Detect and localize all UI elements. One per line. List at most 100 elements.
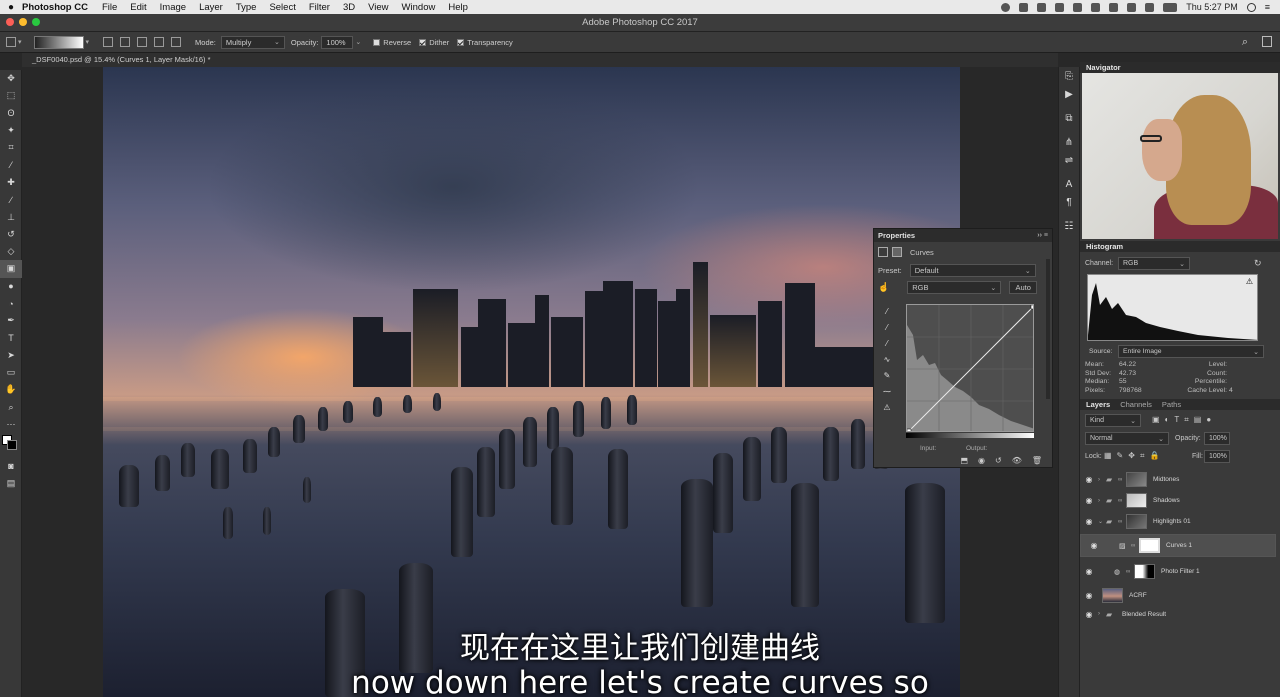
gradient-tool-preset-icon[interactable] xyxy=(6,37,16,47)
view-previous-state-icon[interactable]: ◉ xyxy=(978,456,985,465)
layer-name[interactable]: Curves 1 xyxy=(1166,542,1192,549)
blend-mode-select[interactable]: Normal ⌄ xyxy=(1085,432,1169,445)
clipping-warning-icon[interactable]: ⚠ xyxy=(879,403,895,419)
menu-image[interactable]: Image xyxy=(160,2,186,13)
black-point-eyedropper-icon[interactable]: ⁄ xyxy=(879,307,895,323)
time-machine-icon[interactable] xyxy=(1127,2,1137,12)
properties-panel-icon[interactable]: ☷ xyxy=(1059,221,1079,239)
visibility-eye-icon[interactable]: ◉ xyxy=(1085,541,1103,550)
opacity-input[interactable]: 100% xyxy=(321,35,354,49)
menu-type[interactable]: Type xyxy=(236,2,257,13)
menu-filter[interactable]: Filter xyxy=(309,2,330,13)
menu-help[interactable]: Help xyxy=(448,2,468,13)
panel-collapse-icon[interactable]: ›› ≡ xyxy=(1037,232,1048,239)
record-icon[interactable] xyxy=(1001,2,1011,12)
screen-mode-icon[interactable]: ▤ xyxy=(0,475,22,492)
layer-name[interactable]: Midtones xyxy=(1153,476,1179,483)
workspace-icon[interactable] xyxy=(1262,36,1272,47)
lock-icons[interactable]: ▦✎✥⌗🔒 xyxy=(1104,451,1164,461)
diamond-gradient-icon[interactable] xyxy=(171,37,182,47)
pen-tool-icon[interactable]: ✒ xyxy=(0,312,22,329)
transparency-checkbox[interactable]: Transparency xyxy=(457,38,513,47)
paragraph-panel-icon[interactable]: ¶ xyxy=(1059,197,1079,215)
apple-menu-icon[interactable]: ● xyxy=(0,2,22,13)
menu-layer[interactable]: Layer xyxy=(199,2,223,13)
angle-gradient-icon[interactable] xyxy=(137,37,148,47)
rectangle-tool-icon[interactable]: ▭ xyxy=(0,364,22,381)
path-selection-icon[interactable]: ➤ xyxy=(0,347,22,364)
hand-tool-icon[interactable]: ✋ xyxy=(0,381,22,398)
reflected-gradient-icon[interactable] xyxy=(154,37,165,47)
layer-name[interactable]: Photo Filter 1 xyxy=(1161,568,1200,575)
layer-mask-thumbnail[interactable] xyxy=(1139,538,1160,553)
document-tab[interactable]: _DSF0040.psd @ 15.4% (Curves 1, Layer Ma… xyxy=(32,55,211,64)
marquee-tool-icon[interactable]: ⬚ xyxy=(0,87,22,104)
background-color-swatch[interactable] xyxy=(7,440,17,451)
layer-name[interactable]: Shadows xyxy=(1153,497,1180,504)
document-image[interactable] xyxy=(103,67,960,697)
refresh-histogram-icon[interactable]: ↻ xyxy=(1254,258,1262,269)
channel-select[interactable]: RGB ⌄ xyxy=(907,281,1002,294)
lasso-tool-icon[interactable]: ʘ xyxy=(0,105,22,122)
clip-to-layer-icon[interactable]: ⬒ xyxy=(960,456,968,465)
on-image-adjust-icon[interactable]: ☝ xyxy=(878,282,889,293)
screen-icon[interactable] xyxy=(1073,2,1083,12)
layer-row-blended-result[interactable]: ◉ › ▰ Blended Result xyxy=(1080,606,1276,622)
menu-3d[interactable]: 3D xyxy=(343,2,355,13)
layer-row-shadows[interactable]: ◉ › ▰ ∞ Shadows xyxy=(1080,490,1276,511)
visibility-eye-icon[interactable]: ◉ xyxy=(1080,517,1098,526)
expand-chevron-icon[interactable]: › xyxy=(1098,611,1106,617)
battery-icon[interactable] xyxy=(1163,2,1178,12)
gradient-preview[interactable] xyxy=(33,35,84,49)
clone-stamp-icon[interactable]: ⊥ xyxy=(0,208,22,225)
actions-panel-icon[interactable]: ▶ xyxy=(1059,89,1079,107)
color-swatches[interactable] xyxy=(0,433,22,457)
search-icon[interactable] xyxy=(1246,2,1256,12)
input-gradient-bar[interactable] xyxy=(906,433,1034,438)
layer-mask-icon[interactable] xyxy=(892,247,902,257)
layer-mask-thumbnail[interactable] xyxy=(1134,564,1155,579)
dither-checkbox[interactable]: Dither xyxy=(419,38,449,47)
layer-mask-thumbnail[interactable] xyxy=(1126,493,1147,508)
menu-view[interactable]: View xyxy=(368,2,388,13)
wifi-icon[interactable] xyxy=(1145,2,1155,12)
pencil-draw-icon[interactable]: ✎ xyxy=(879,371,895,387)
properties-scrollbar[interactable] xyxy=(1046,259,1050,399)
menu-edit[interactable]: Edit xyxy=(130,2,146,13)
magic-wand-icon[interactable]: ✦ xyxy=(0,122,22,139)
preset-select[interactable]: Default ⌄ xyxy=(909,264,1036,277)
display-icon[interactable] xyxy=(1091,2,1101,12)
layer-thumbnail[interactable] xyxy=(1102,588,1123,603)
navigator-header[interactable]: Navigator xyxy=(1080,62,1280,73)
histogram-channel-select[interactable]: RGB ⌄ xyxy=(1118,257,1190,270)
history-brush-icon[interactable]: ↺ xyxy=(0,226,22,243)
layer-opacity-input[interactable]: 100% xyxy=(1204,432,1230,445)
layer-mask-thumbnail[interactable] xyxy=(1126,514,1147,529)
cloud-icon[interactable] xyxy=(1055,2,1065,12)
reverse-checkbox[interactable]: Reverse xyxy=(373,38,411,47)
histogram-header[interactable]: Histogram xyxy=(1080,241,1280,252)
clock-text[interactable]: Thu 5:27 PM xyxy=(1186,2,1238,12)
dodge-tool-icon[interactable]: ◔ xyxy=(0,295,22,312)
layer-name[interactable]: Blended Result xyxy=(1122,611,1166,618)
app-menu[interactable]: Photoshop CC xyxy=(22,2,88,13)
search-icon[interactable]: ⌕ xyxy=(1242,36,1248,49)
layer-name[interactable]: ACRF xyxy=(1129,592,1147,599)
smooth-curve-icon[interactable]: ⁓ xyxy=(879,387,895,403)
clone-source-icon[interactable]: ⧉ xyxy=(1059,113,1079,131)
visibility-eye-icon[interactable]: ◉ xyxy=(1080,591,1098,600)
delete-adjustment-icon[interactable]: 🗑 xyxy=(1032,456,1042,465)
curves-graph[interactable] xyxy=(906,304,1034,432)
navigator-preview[interactable] xyxy=(1082,73,1278,239)
white-point-eyedropper-icon[interactable]: ⁄ xyxy=(879,339,895,355)
expand-chevron-icon[interactable]: › xyxy=(1098,477,1106,483)
menu-window[interactable]: Window xyxy=(402,2,436,13)
history-panel-icon[interactable]: ⎘ xyxy=(1059,71,1079,89)
curve-edit-points-icon[interactable]: ∿ xyxy=(879,355,895,371)
tab-channels[interactable]: Channels xyxy=(1120,400,1152,409)
adjustments-icon[interactable]: ⇌ xyxy=(1059,155,1079,173)
quick-mask-icon[interactable]: ◙ xyxy=(0,457,22,474)
move-tool-icon[interactable]: ✥ xyxy=(0,70,22,87)
menu-file[interactable]: File xyxy=(102,2,117,13)
zoom-tool-icon[interactable]: ⌕ xyxy=(0,399,22,416)
